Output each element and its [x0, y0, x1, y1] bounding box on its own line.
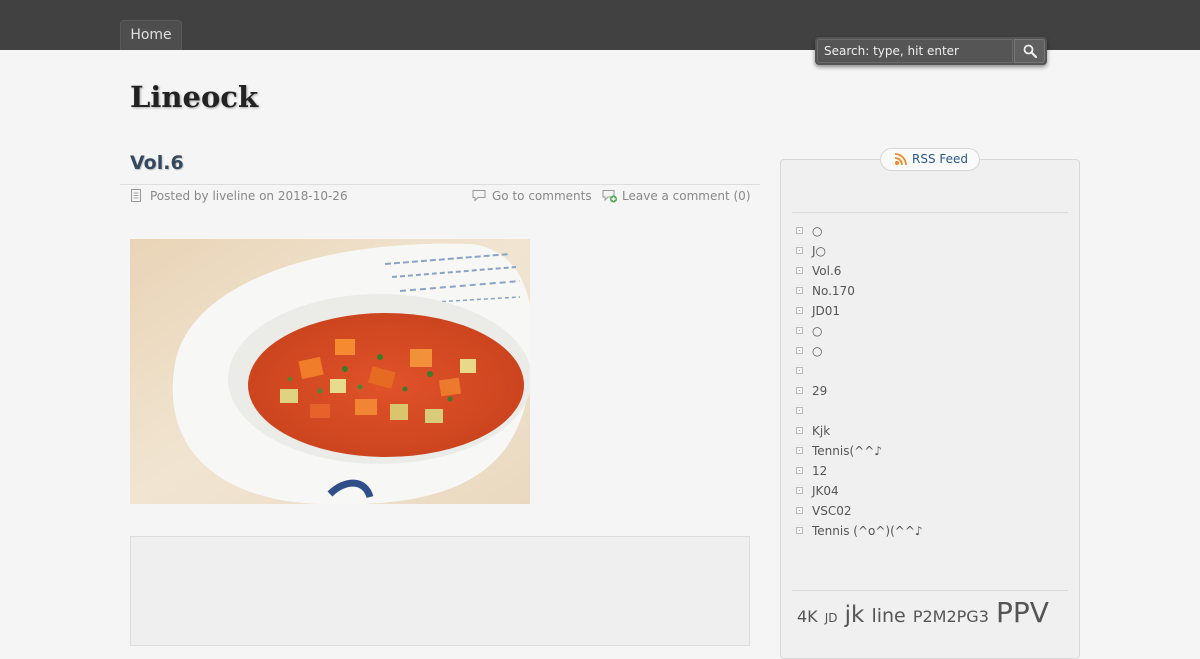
- list-item-label: Tennis (^o^)(^^♪: [812, 524, 923, 538]
- list-item-label: Kjk: [812, 424, 831, 438]
- search-form: [815, 37, 1047, 65]
- search-input[interactable]: [817, 39, 1013, 63]
- search-icon: [1023, 44, 1037, 58]
- list-item-label: JK04: [812, 484, 839, 498]
- list-item-label: No.170: [812, 284, 855, 298]
- tag-link[interactable]: 4K: [797, 607, 818, 626]
- bullet-icon: [796, 347, 803, 354]
- list-item[interactable]: No.170: [796, 281, 1066, 301]
- tag-link[interactable]: jk: [845, 602, 865, 628]
- list-item[interactable]: [796, 401, 1066, 421]
- go-to-comments-label: Go to comments: [492, 189, 592, 203]
- list-item[interactable]: 29: [796, 381, 1066, 401]
- list-item-label: 12: [812, 464, 828, 478]
- tag-link[interactable]: PPV: [996, 596, 1049, 629]
- rss-feed-link[interactable]: RSS Feed: [880, 148, 980, 171]
- recent-posts-list: ○ J○ Vol.6 No.170 JD01 ○ ○ 29 Kjk Tennis…: [796, 221, 1066, 541]
- list-item[interactable]: JK04: [796, 481, 1066, 501]
- bullet-icon: [796, 327, 803, 334]
- bullet-icon: [796, 387, 803, 394]
- search-button[interactable]: [1014, 39, 1045, 63]
- post-title[interactable]: Vol.6: [130, 152, 184, 174]
- add-comment-icon: [602, 190, 617, 203]
- tag-cloud: 4K JD jk line P2M2PG3 PPV: [797, 596, 1051, 629]
- list-item-label: J○: [812, 244, 827, 258]
- post-divider: [120, 184, 760, 185]
- list-item-label: 29: [812, 384, 828, 398]
- list-item[interactable]: Tennis(^^♪: [796, 441, 1066, 461]
- list-item[interactable]: [796, 361, 1066, 381]
- bullet-icon: [796, 507, 803, 514]
- bullet-icon: [796, 287, 803, 294]
- list-item[interactable]: Tennis (^o^)(^^♪: [796, 521, 1066, 541]
- list-item[interactable]: J○: [796, 241, 1066, 261]
- bullet-icon: [796, 307, 803, 314]
- bullet-icon: [796, 467, 803, 474]
- bullet-icon: [796, 267, 803, 274]
- bullet-icon: [796, 487, 803, 494]
- list-item[interactable]: ○: [796, 221, 1066, 241]
- bullet-icon: [796, 407, 803, 414]
- site-title[interactable]: Lineock: [130, 80, 258, 114]
- list-item-label: Vol.6: [812, 264, 842, 278]
- leave-comment-label: Leave a comment (0): [622, 189, 751, 203]
- list-item[interactable]: JD01: [796, 301, 1066, 321]
- tag-link[interactable]: JD: [825, 611, 838, 625]
- tag-link[interactable]: P2M2PG3: [913, 607, 989, 626]
- list-item[interactable]: ○: [796, 341, 1066, 361]
- rss-icon: [894, 153, 907, 166]
- list-item-label: ○: [812, 224, 823, 238]
- list-item-label: ○: [812, 324, 823, 338]
- soup-bowl-image: [130, 239, 530, 504]
- document-icon: [131, 189, 141, 202]
- list-item[interactable]: Vol.6: [796, 261, 1066, 281]
- bullet-icon: [796, 427, 803, 434]
- comment-bubble-icon: [472, 190, 486, 202]
- list-item[interactable]: ○: [796, 321, 1066, 341]
- bullet-icon: [796, 227, 803, 234]
- list-item[interactable]: 12: [796, 461, 1066, 481]
- bullet-icon: [796, 527, 803, 534]
- list-item-label: ○: [812, 344, 823, 358]
- list-item[interactable]: Kjk: [796, 421, 1066, 441]
- post-author-date: Posted by liveline on 2018-10-26: [150, 189, 348, 203]
- list-item-label: Tennis(^^♪: [812, 444, 882, 458]
- bullet-icon: [796, 247, 803, 254]
- list-item[interactable]: VSC02: [796, 501, 1066, 521]
- nav-home-tab[interactable]: Home: [120, 20, 182, 50]
- bullet-icon: [796, 447, 803, 454]
- list-item-label: JD01: [812, 304, 841, 318]
- bullet-icon: [796, 367, 803, 374]
- sidebar-divider-bottom: [792, 590, 1068, 591]
- tag-link[interactable]: line: [871, 605, 905, 627]
- rss-feed-label: RSS Feed: [912, 152, 969, 166]
- list-item-label: VSC02: [812, 504, 852, 518]
- go-to-comments-link[interactable]: Go to comments: [472, 188, 600, 204]
- post-meta-posted: Posted by liveline on 2018-10-26: [130, 188, 390, 204]
- sidebar-divider-top: [792, 212, 1068, 213]
- leave-comment-link[interactable]: Leave a comment (0): [602, 188, 762, 204]
